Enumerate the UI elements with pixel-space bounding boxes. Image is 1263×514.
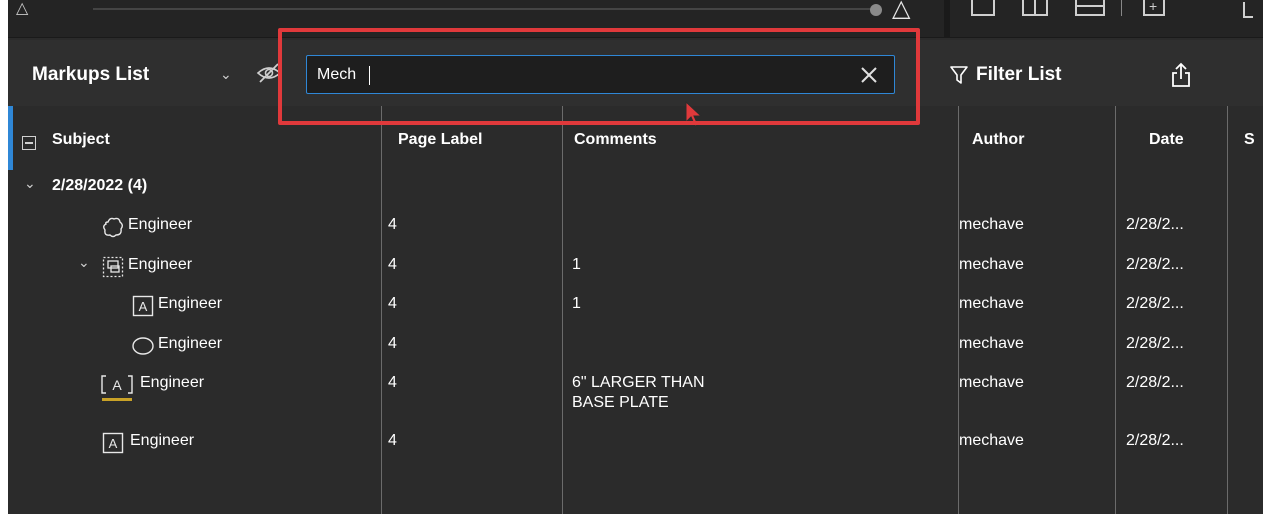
column-header-row: Subject Page Label Comments Author Date … [8,106,1263,170]
row-comments-line1: 6" LARGER THAN [572,374,705,391]
filter-list-label: Filter List [976,64,1062,85]
svg-text:A: A [109,436,118,451]
ellipse-icon [132,337,154,355]
column-status[interactable]: S [1244,131,1255,149]
chevron-down-icon[interactable]: ⌄ [24,175,36,192]
row-author: mechave [959,256,1024,273]
table-row[interactable]: Engineer 4 mechave 2/28/2... [8,335,1263,357]
single-view-icon[interactable] [971,0,995,16]
svg-text:A: A [139,299,148,314]
row-page-label: 4 [388,432,397,449]
group-icon [102,256,124,278]
top-toolbar: △ △ [8,0,1263,38]
text-box-icon: A [102,432,124,454]
row-comments: 1 [572,256,581,273]
row-subject: Engineer [140,374,205,391]
row-page-label: 4 [388,374,397,391]
filter-icon [950,66,968,84]
group-label: 2/28/2022 (4) [52,177,148,194]
toolbar-separator [944,0,950,38]
text-box-icon: A [132,295,154,317]
row-author: mechave [959,432,1024,449]
export-icon[interactable] [1169,62,1193,88]
chevron-down-icon[interactable]: ⌄ [78,254,90,271]
corner-icon[interactable] [1243,2,1253,18]
table-row[interactable]: A Engineer 4 mechave 2/28/2... [8,432,1263,454]
search-input[interactable] [317,63,837,87]
column-comments[interactable]: Comments [574,131,657,149]
row-date: 2/28/2... [1126,256,1184,273]
selection-accent [8,106,13,170]
panel-title[interactable]: Markups List [32,64,149,86]
row-subject: Engineer [158,335,223,352]
row-date: 2/28/2... [1126,374,1184,391]
panel-header: Markups List ⌄ Filter List [8,40,1263,106]
row-page-label: 4 [388,256,397,273]
table-row[interactable]: A Engineer 4 6" LARGER THAN BASE PLATE m… [8,374,1263,416]
grid-view-icon[interactable] [1143,0,1165,16]
group-row[interactable]: ⌄ 2/28/2022 (4) [8,175,1263,199]
markups-panel: △ △ Markups List ⌄ [8,0,1263,514]
table-row[interactable]: ⌄ Engineer 4 1 mechave 2/28/2... [8,254,1263,278]
cloud-icon [103,217,123,238]
color-dot-icon[interactable] [870,4,882,16]
highlight-text-icon: A [101,375,133,401]
row-date: 2/28/2... [1126,216,1184,233]
row-page-label: 4 [388,216,397,233]
eye-hidden-icon[interactable] [256,62,282,84]
row-subject: Engineer [128,216,193,233]
column-page-label[interactable]: Page Label [398,131,482,149]
split-horizontal-icon[interactable] [1075,0,1105,16]
row-subject: Engineer [130,432,195,449]
search-field[interactable] [306,55,895,94]
row-date: 2/28/2... [1126,432,1184,449]
svg-text:A: A [112,377,122,393]
row-subject: Engineer [128,256,193,273]
row-author: mechave [959,295,1024,312]
row-page-label: 4 [388,295,397,312]
table-row[interactable]: Engineer 4 mechave 2/28/2... [8,216,1263,238]
table-row[interactable]: A Engineer 4 1 mechave 2/28/2... [8,295,1263,317]
column-subject[interactable]: Subject [52,131,110,149]
row-author: mechave [959,374,1024,391]
row-comments: 1 [572,295,581,312]
row-comments-line2: BASE PLATE [572,394,669,411]
column-date[interactable]: Date [1149,131,1184,149]
text-caret [369,66,370,85]
mouse-cursor-icon [685,100,703,127]
filter-list-button[interactable]: Filter List [950,62,1062,88]
chevron-down-icon[interactable]: ⌄ [220,66,232,83]
row-date: 2/28/2... [1126,295,1184,312]
toolbar-divider [93,8,873,10]
column-author[interactable]: Author [972,131,1024,149]
split-vertical-icon[interactable] [1022,0,1048,16]
triangle-icon[interactable]: △ [892,0,910,23]
row-author: mechave [959,216,1024,233]
row-date: 2/28/2... [1126,335,1184,352]
toolbar-divider [1121,0,1122,16]
row-subject: Engineer [158,295,223,312]
close-icon[interactable] [858,64,880,86]
measure-icon[interactable]: △ [16,0,28,18]
row-page-label: 4 [388,335,397,352]
row-author: mechave [959,335,1024,352]
collapse-all-icon[interactable] [22,136,36,150]
